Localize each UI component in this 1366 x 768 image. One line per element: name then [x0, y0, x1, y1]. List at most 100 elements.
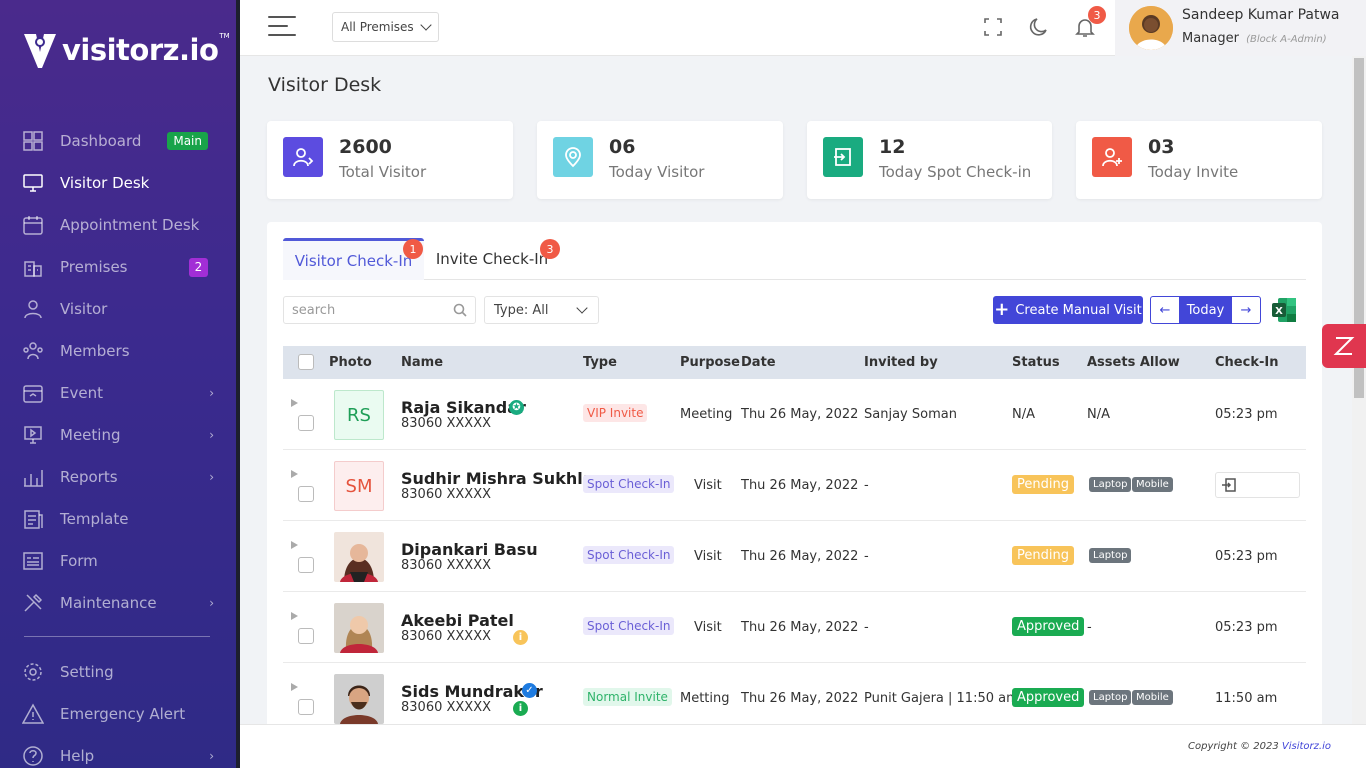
brand-name: visitorz.io [62, 33, 219, 67]
type-filter-select[interactable]: Type: All [484, 296, 599, 324]
sidebar-item-label: Emergency Alert [60, 705, 186, 723]
visitor-phone: 83060 XXXXX [401, 487, 492, 502]
user-profile[interactable]: Sandeep Kumar Patwa Manager (Block A-Adm… [1115, 0, 1366, 56]
brand-tm: TM [219, 32, 230, 40]
stat-value: 06 [609, 136, 636, 158]
sidebar-item-template[interactable]: Template [0, 498, 236, 540]
invited-by-cell: Punit Gajera | 11:50 am [864, 691, 1019, 706]
copyright-label: Copyright © 2023 [1188, 741, 1279, 752]
sidebar-item-visitor[interactable]: Visitor [0, 288, 236, 330]
alert-icon [22, 703, 44, 725]
menu-toggle-icon[interactable] [268, 16, 298, 38]
date-cell: Thu 26 May, 2022 [741, 407, 859, 422]
info-icon[interactable]: i [513, 701, 528, 716]
stat-value: 2600 [339, 136, 392, 158]
checkin-time: 05:23 pm [1215, 549, 1278, 564]
info-icon[interactable]: i [513, 630, 528, 645]
tab-bar: Visitor Check-In 1 Invite Check-In 3 [283, 236, 1306, 280]
stat-card-today-visitor[interactable]: 06 Today Visitor [537, 121, 783, 199]
plus-icon: + [994, 299, 1010, 320]
excel-export-icon[interactable]: X [1270, 296, 1298, 324]
row-checkbox[interactable] [298, 557, 314, 573]
create-manual-visit-button[interactable]: + Create Manual Visit [993, 296, 1143, 324]
stat-card-total-visitor[interactable]: 2600 Total Visitor [267, 121, 513, 199]
sidebar-item-visitor-desk[interactable]: Visitor Desk [0, 162, 236, 204]
verified-icon: ✓ [522, 683, 537, 698]
chevron-right-icon: › [209, 470, 214, 484]
tab-invite-checkin[interactable]: Invite Check-In [432, 238, 552, 280]
expand-row-icon[interactable] [291, 470, 298, 478]
premises-select-value: All Premises [341, 20, 414, 34]
sidebar-item-setting[interactable]: Setting [0, 651, 236, 693]
brand-logo[interactable]: visitorz.io TM [22, 30, 230, 70]
visitor-phone: 83060 XXXXX [401, 629, 492, 644]
excel-letter: X [1275, 306, 1283, 317]
row-checkbox[interactable] [298, 628, 314, 644]
sidebar-item-emergency-alert[interactable]: Emergency Alert [0, 693, 236, 735]
row-checkbox[interactable] [298, 699, 314, 715]
tab-label: Visitor Check-In [294, 251, 413, 270]
stat-card-today-spot-checkin[interactable]: 12 Today Spot Check-in [807, 121, 1052, 199]
date-cell: Thu 26 May, 2022 [741, 691, 859, 706]
today-button[interactable]: Today [1179, 297, 1232, 323]
sidebar-item-help[interactable]: Help › [0, 735, 236, 768]
type-badge: Spot Check-In [583, 617, 675, 635]
row-checkbox[interactable] [298, 415, 314, 431]
quick-action-button[interactable] [1322, 324, 1366, 368]
arrow-left-icon[interactable]: ← [1151, 297, 1179, 323]
sidebar-item-appointment-desk[interactable]: Appointment Desk [0, 204, 236, 246]
chevron-right-icon: › [209, 428, 214, 442]
sidebar-item-dashboard[interactable]: Dashboard Main [0, 120, 236, 162]
table-row[interactable]: SM Sudhir Mishra Sukhla 83060 XXXXX Spot… [283, 450, 1306, 521]
stat-value: 03 [1148, 136, 1175, 158]
table-row[interactable]: Akeebi Patel i 83060 XXXXX Spot Check-In… [283, 592, 1306, 663]
footer-link[interactable]: Visitorz.io [1282, 741, 1331, 752]
visitor-photo [334, 603, 384, 653]
expand-row-icon[interactable] [291, 683, 298, 691]
expand-row-icon[interactable] [291, 399, 298, 407]
expand-row-icon[interactable] [291, 541, 298, 549]
vip-award-icon: ✪ [509, 400, 524, 415]
reports-icon [22, 466, 44, 488]
sidebar-item-premises[interactable]: Premises 2 [0, 246, 236, 288]
purpose-cell: Visit [694, 478, 722, 493]
sidebar-item-label: Visitor [60, 300, 108, 318]
expand-row-icon[interactable] [291, 612, 298, 620]
visitor-photo [334, 532, 384, 582]
table-row[interactable]: RS Raja Sikandar ✪ 83060 XXXXX VIP Invit… [283, 379, 1306, 450]
tab-badge: 1 [403, 239, 423, 259]
checkin-button[interactable] [1215, 472, 1300, 498]
arrow-right-icon[interactable]: → [1232, 297, 1260, 323]
asset-badge: Laptop [1089, 690, 1132, 705]
row-checkbox[interactable] [298, 486, 314, 502]
sidebar-item-form[interactable]: Form [0, 540, 236, 582]
sidebar-item-reports[interactable]: Reports › [0, 456, 236, 498]
sidebar-item-maintenance[interactable]: Maintenance › [0, 582, 236, 624]
sidebar-item-meeting[interactable]: Meeting › [0, 414, 236, 456]
user-role: Manager (Block A-Admin) [1182, 31, 1327, 46]
search-input[interactable]: search [283, 296, 476, 324]
premises-select[interactable]: All Premises [332, 12, 439, 42]
chevron-right-icon: › [209, 749, 214, 763]
asset-badge: Mobile [1132, 477, 1173, 492]
select-all-checkbox[interactable] [298, 354, 314, 370]
invited-by-cell: Sanjay Soman [864, 407, 957, 422]
fullscreen-icon[interactable] [982, 16, 1004, 38]
stat-card-today-invite[interactable]: 03 Today Invite [1076, 121, 1322, 199]
create-button-label: Create Manual Visit [1015, 302, 1142, 318]
sidebar-item-label: Dashboard [60, 132, 142, 150]
tab-badge: 3 [540, 239, 560, 259]
type-filter-value: Type: All [494, 302, 549, 318]
status-badge: Approved [1012, 617, 1085, 636]
sidebar-item-event[interactable]: Event › [0, 372, 236, 414]
dark-mode-icon[interactable] [1028, 16, 1050, 38]
table-row[interactable]: Dipankari Basu 83060 XXXXX Spot Check-In… [283, 521, 1306, 592]
sidebar-item-members[interactable]: Members [0, 330, 236, 372]
date-cell: Thu 26 May, 2022 [741, 478, 859, 493]
page-scrollbar[interactable] [1352, 56, 1366, 724]
visitor-initials: SM [334, 461, 384, 511]
stat-label: Today Invite [1148, 163, 1239, 181]
purpose-cell: Visit [694, 620, 722, 635]
visitor-name: Raja Sikandar [401, 398, 526, 417]
top-header: All Premises 3 Sandeep Kumar Patwa Manag… [240, 0, 1366, 56]
